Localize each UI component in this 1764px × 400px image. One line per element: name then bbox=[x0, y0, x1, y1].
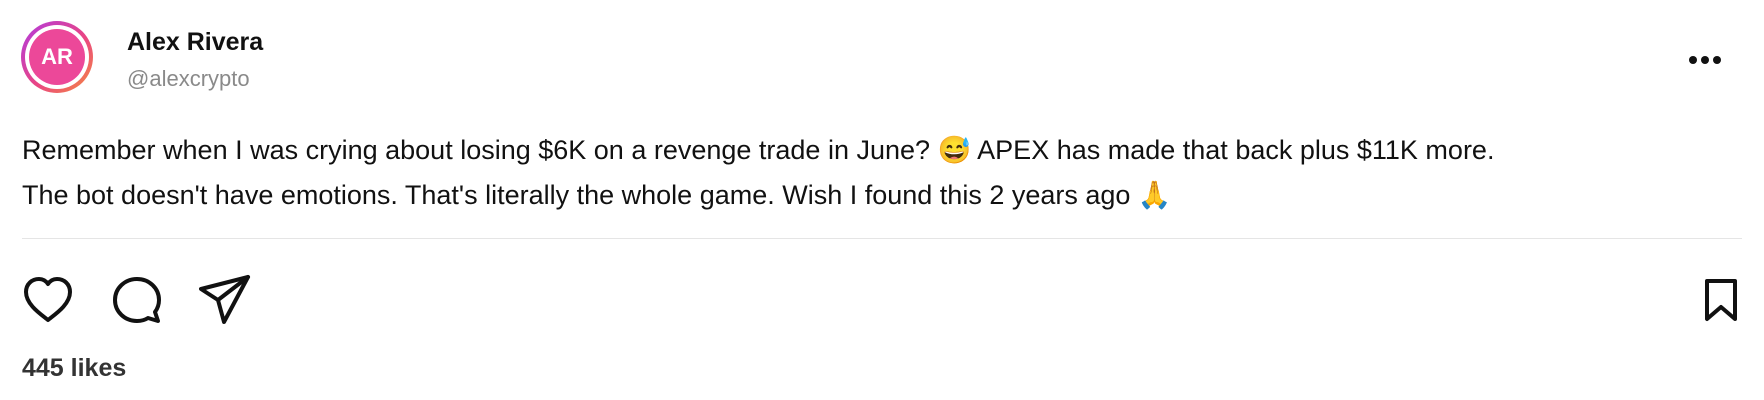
avatar-initials: AR bbox=[29, 29, 85, 85]
share-button[interactable] bbox=[197, 272, 253, 328]
divider bbox=[22, 238, 1742, 239]
post-line-2: The bot doesn't have emotions. That's li… bbox=[22, 180, 1172, 210]
more-horizontal-icon bbox=[1689, 56, 1721, 64]
comment-button[interactable] bbox=[109, 272, 165, 328]
comment-icon bbox=[113, 277, 161, 323]
post-body: Remember when I was crying about losing … bbox=[22, 128, 1742, 218]
more-options-button[interactable] bbox=[1685, 45, 1725, 75]
bookmark-button[interactable] bbox=[1693, 272, 1749, 328]
send-icon bbox=[199, 275, 250, 324]
like-button[interactable] bbox=[20, 272, 76, 328]
post-card: AR Alex Rivera @alexcrypto Remember when… bbox=[0, 0, 1764, 400]
avatar-border: AR bbox=[25, 25, 89, 89]
avatar[interactable]: AR bbox=[21, 21, 93, 93]
author-name[interactable]: Alex Rivera bbox=[127, 28, 263, 57]
heart-icon bbox=[24, 277, 72, 322]
author-handle[interactable]: @alexcrypto bbox=[127, 66, 250, 92]
likes-count[interactable]: 445 likes bbox=[22, 354, 126, 383]
bookmark-icon bbox=[1705, 279, 1737, 321]
post-line-1: Remember when I was crying about losing … bbox=[22, 135, 1495, 165]
